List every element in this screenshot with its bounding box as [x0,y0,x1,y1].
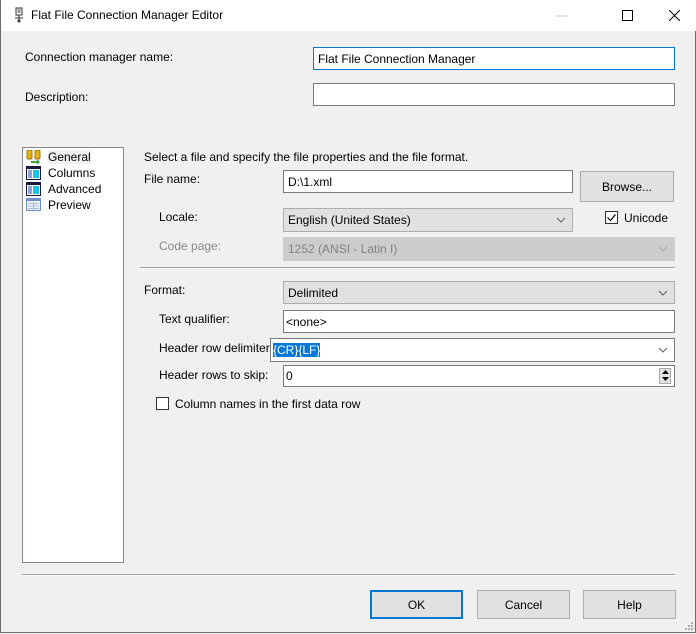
code-page-dropdown: 1252 (ANSI - Latin I) [283,237,675,261]
text-qualifier-label: Text qualifier: [159,312,230,326]
text-qualifier-value: <none> [286,314,327,329]
close-icon [668,10,680,21]
minimize-icon [555,15,567,16]
chevron-down-icon [658,246,668,252]
maximize-icon [621,10,633,21]
nav-item-label: Advanced [48,182,102,196]
maximize-button[interactable] [604,0,650,31]
nav-item-label: Preview [48,198,91,212]
file-name-input[interactable]: D:\1.xml [283,170,573,193]
nav-item-columns[interactable]: Columns [26,165,95,181]
close-button[interactable] [651,0,696,31]
code-page-value: 1252 (ANSI - Latin I) [288,242,398,256]
checkmark-icon [607,214,616,222]
cancel-button-label: Cancel [504,597,543,612]
column-names-checkbox[interactable] [156,397,169,410]
text-qualifier-input[interactable]: <none> [283,310,675,333]
connection-manager-name-input[interactable]: Flat File Connection Manager [313,47,675,70]
unicode-checkbox[interactable] [605,211,618,224]
title-bar: Flat File Connection Manager Editor [1,0,696,31]
spin-down-icon[interactable] [662,377,669,382]
header-row-delimiter-label: Header row delimiter: [159,341,274,355]
connection-manager-name-label: Connection manager name: [25,50,174,64]
format-value: Delimited [288,285,339,300]
nav-item-preview[interactable]: Preview [26,197,91,213]
browse-button-label: Browse... [601,179,652,194]
header-rows-to-skip-stepper[interactable]: 0 [283,365,675,387]
minimize-button[interactable] [538,0,584,31]
column-names-label: Column names in the first data row [175,397,361,411]
code-page-label: Code page: [159,239,222,253]
chevron-down-icon [658,347,668,353]
chevron-down-icon [556,217,566,223]
spin-up-icon[interactable] [662,370,669,375]
locale-dropdown[interactable]: English (United States) [283,208,573,232]
connection-manager-name-value: Flat File Connection Manager [318,51,476,66]
footer-divider [22,574,675,576]
help-button[interactable]: Help [583,590,676,619]
locale-value: English (United States) [288,213,411,227]
locale-label: Locale: [159,210,198,224]
advanced-icon [26,182,41,196]
header-row-delimiter-dropdown[interactable]: {CR}{LF} [270,338,675,362]
description-label: Description: [25,90,89,104]
nav-item-general[interactable]: General [26,149,91,165]
description-input[interactable] [313,83,675,106]
spin-buttons[interactable] [659,368,671,384]
preview-icon [26,198,41,211]
format-label: Format: [144,283,186,297]
nav-item-label: General [48,150,91,164]
window-title: Flat File Connection Manager Editor [31,8,224,22]
header-rows-to-skip-label: Header rows to skip: [159,368,269,382]
format-dropdown[interactable]: Delimited [283,281,675,304]
nav-item-label: Columns [48,166,96,180]
dialog-window: Flat File Connection Manager Editor Conn… [0,0,696,633]
cancel-button[interactable]: Cancel [477,590,570,619]
chevron-down-icon [658,290,668,296]
page-navigation-list: General Columns Advanced Preview [22,147,124,563]
connection-manager-icon [15,7,23,23]
unicode-label: Unicode [624,211,669,225]
ok-button-label: OK [407,597,426,612]
header-rows-to-skip-value: 0 [286,369,293,383]
columns-icon [26,166,41,180]
file-name-value: D:\1.xml [288,174,333,189]
help-button-label: Help [617,597,642,612]
instruction-text: Select a file and specify the file prope… [144,150,469,164]
general-icon [26,150,41,164]
ok-button[interactable]: OK [370,590,463,619]
section-divider [140,267,675,269]
resize-grip-icon[interactable] [683,620,693,630]
nav-item-advanced[interactable]: Advanced [26,181,101,197]
file-name-label: File name: [144,172,201,186]
browse-button[interactable]: Browse... [580,171,674,202]
header-row-delimiter-value: {CR}{LF} [273,343,321,357]
